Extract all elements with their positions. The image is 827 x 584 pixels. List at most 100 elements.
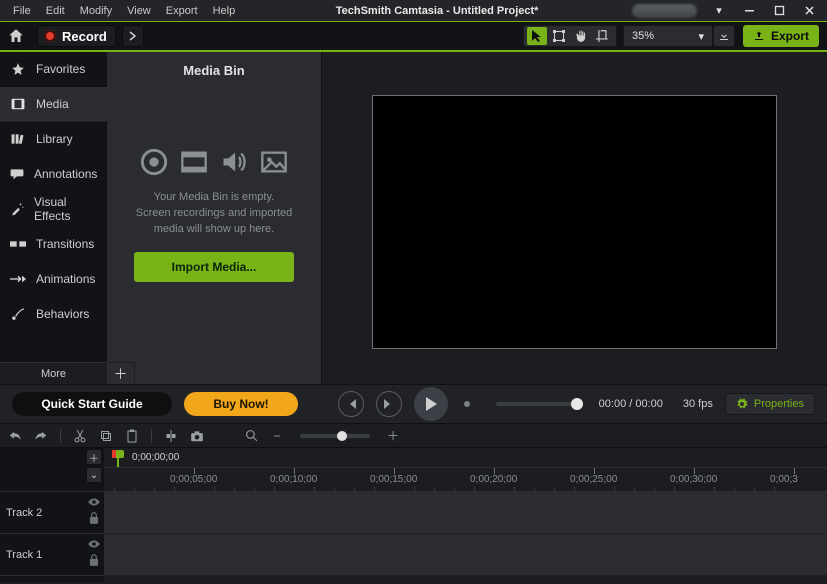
sidebar-item-label: Visual Effects [34, 195, 97, 223]
play-button[interactable] [414, 387, 448, 421]
split-button[interactable] [162, 427, 180, 445]
sidebar-item-favorites[interactable]: Favorites [0, 52, 107, 87]
timeline-zoom-slider[interactable] [300, 434, 370, 438]
quick-start-guide-button[interactable]: Quick Start Guide [12, 392, 172, 416]
maximize-button[interactable] [771, 5, 787, 17]
step-forward-icon [383, 398, 395, 410]
export-label: Export [771, 29, 809, 43]
cursor-icon [531, 29, 543, 43]
settings-dropdown-icon[interactable]: ▾ [711, 5, 727, 17]
sidebar-item-media[interactable]: Media [0, 87, 107, 122]
media-bin-title: Media Bin [107, 52, 321, 88]
cut-button[interactable] [71, 427, 89, 445]
sidebar-item-library[interactable]: Library [0, 122, 107, 157]
step-back-icon [345, 398, 357, 410]
canvas-tools [523, 25, 617, 47]
track-area-1[interactable] [104, 534, 827, 576]
sidebar-item-animations[interactable]: Animations [0, 262, 107, 297]
sidebar-item-label: Transitions [36, 237, 94, 251]
timeline-ruler[interactable]: 0;00;05;000;00;10;000;00;15;000;00;20;00… [104, 468, 827, 492]
close-button[interactable] [801, 5, 817, 17]
media-type-icons [140, 148, 288, 176]
track-options-button[interactable]: ⌄ [86, 467, 102, 483]
select-tool[interactable] [527, 27, 547, 45]
track-visibility-icon[interactable] [87, 537, 101, 551]
zoom-out-button[interactable]: − [268, 427, 286, 445]
track-area-2[interactable] [104, 492, 827, 534]
account-pill[interactable] [632, 4, 697, 18]
sidebar-item-label: Media [36, 97, 69, 111]
sidebar-item-behaviors[interactable]: Behaviors [0, 297, 107, 332]
track-header-1[interactable]: Track 1 [0, 534, 104, 576]
seek-thumb[interactable] [571, 398, 583, 410]
zoom-in-button[interactable]: ＋ [384, 427, 402, 445]
record-button[interactable]: Record [37, 25, 116, 47]
properties-label: Properties [754, 398, 804, 410]
export-button[interactable]: Export [743, 25, 819, 47]
sidebar-item-visual-effects[interactable]: Visual Effects [0, 192, 107, 227]
menu-edit[interactable]: Edit [39, 3, 72, 19]
chevron-down-icon: ▾ [698, 30, 704, 43]
crop-icon [596, 29, 610, 43]
audio-media-icon [220, 148, 248, 176]
magnifier-icon [245, 429, 258, 442]
home-icon [7, 27, 25, 45]
record-dot-icon [44, 30, 56, 42]
add-media-button[interactable]: ＋ [107, 362, 135, 384]
transitions-icon [10, 236, 26, 252]
media-bin-panel: Media Bin Your Media Bin is empty. Scree… [107, 52, 322, 384]
sidebar-item-annotations[interactable]: Annotations [0, 157, 107, 192]
transform-tool[interactable] [549, 27, 569, 45]
record-options-button[interactable] [122, 25, 144, 47]
import-media-button[interactable]: Import Media... [134, 252, 294, 282]
snapshot-button[interactable] [188, 427, 206, 445]
canvas-zoom-select[interactable]: 35% ▾ [623, 25, 713, 47]
gear-icon [736, 398, 748, 410]
undo-icon [8, 430, 22, 442]
step-forward-button[interactable] [376, 391, 402, 417]
split-icon [165, 429, 177, 443]
sidebar-item-label: Annotations [34, 167, 97, 181]
sidebar-more-button[interactable]: More [0, 362, 107, 384]
download-icon [718, 30, 730, 42]
minimize-button[interactable] [741, 5, 757, 17]
download-button[interactable] [713, 25, 735, 47]
undo-button[interactable] [6, 427, 24, 445]
zoom-value: 35% [632, 30, 654, 42]
sidebar-item-label: Favorites [36, 62, 85, 76]
timeline-zoom-fit-button[interactable] [242, 427, 260, 445]
track-header-2[interactable]: Track 2 [0, 492, 104, 534]
track-lock-icon[interactable] [87, 553, 101, 567]
menu-file[interactable]: File [6, 3, 38, 19]
menu-help[interactable]: Help [206, 3, 243, 19]
playhead-time: 0;00;00;00 [132, 452, 179, 463]
playback-fps: 30 fps [683, 398, 713, 410]
hand-tool[interactable] [571, 27, 591, 45]
properties-button[interactable]: Properties [725, 393, 815, 415]
paste-button[interactable] [123, 427, 141, 445]
redo-button[interactable] [32, 427, 50, 445]
playhead[interactable] [110, 449, 126, 465]
cut-icon [74, 429, 86, 443]
annotations-icon [10, 166, 24, 182]
play-icon [424, 396, 438, 412]
menu-view[interactable]: View [120, 3, 158, 19]
copy-button[interactable] [97, 427, 115, 445]
menubar: File Edit Modify View Export Help [0, 3, 242, 19]
seek-bar[interactable] [496, 402, 577, 406]
menu-modify[interactable]: Modify [73, 3, 119, 19]
add-track-button[interactable]: ＋ [86, 449, 102, 465]
menu-export[interactable]: Export [159, 3, 205, 19]
zoom-slider-thumb[interactable] [337, 431, 347, 441]
sidebar-item-label: Behaviors [36, 307, 89, 321]
home-button[interactable] [0, 22, 32, 50]
crop-tool[interactable] [593, 27, 613, 45]
behaviors-icon [10, 306, 26, 322]
step-back-button[interactable] [338, 391, 364, 417]
playhead-bar[interactable]: 0;00;00;00 [104, 448, 827, 468]
track-lock-icon[interactable] [87, 511, 101, 525]
buy-now-button[interactable]: Buy Now! [184, 392, 298, 416]
track-visibility-icon[interactable] [87, 495, 101, 509]
sidebar-item-transitions[interactable]: Transitions [0, 227, 107, 262]
preview-canvas[interactable] [372, 95, 777, 349]
